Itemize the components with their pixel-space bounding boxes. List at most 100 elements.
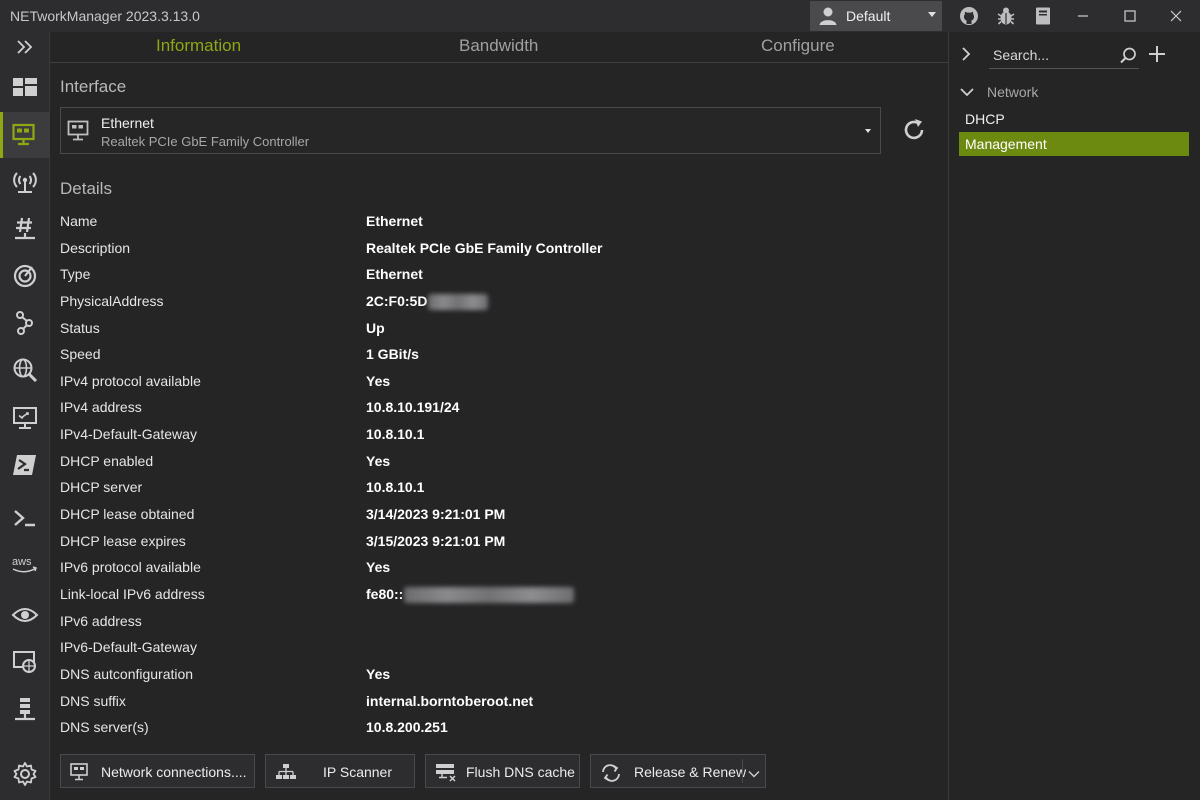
detail-value: 3/14/2023 9:21:01 PM	[366, 506, 506, 523]
detail-value: 3/15/2023 9:21:01 PM	[366, 532, 506, 549]
dashboard-icon[interactable]	[0, 64, 50, 110]
search-icon[interactable]	[1120, 47, 1137, 69]
terminal-icon[interactable]	[0, 495, 50, 541]
detail-value: Ethernet	[366, 266, 423, 283]
refresh-button[interactable]	[900, 116, 928, 144]
detail-row: DNS server(s) 10.8.200.251	[60, 714, 930, 741]
eye-icon[interactable]	[0, 592, 50, 638]
detail-value-cell: internal.borntoberoot.net	[366, 693, 533, 709]
detail-key: Type	[60, 266, 91, 283]
flush-dns-button[interactable]: Flush DNS cache	[425, 754, 580, 788]
detail-key: IPv4-Default-Gateway	[60, 426, 197, 443]
release-renew-label: Release & Renew	[634, 764, 747, 780]
detail-row: DHCP enabled Yes	[60, 448, 930, 475]
interface-name: Ethernet	[101, 115, 154, 131]
remote-desktop-icon[interactable]	[0, 395, 50, 441]
detail-value: Ethernet	[366, 213, 423, 229]
detail-value: 10.8.10.1	[366, 479, 425, 496]
chevron-down-icon[interactable]	[748, 766, 760, 782]
settings-gear-icon[interactable]	[0, 751, 50, 797]
detail-key: Description	[60, 239, 131, 256]
redacted-value	[404, 587, 575, 604]
sync-icon	[600, 763, 622, 786]
interface-description: Realtek PCIe GbE Family Controller	[101, 134, 310, 149]
details-heading: Details	[60, 179, 112, 198]
detail-value-cell: Yes	[366, 453, 390, 469]
chevron-down-icon	[960, 88, 974, 97]
group-network[interactable]: Network	[959, 84, 1038, 100]
plus-icon	[1149, 46, 1165, 62]
svg-text:aws: aws	[12, 556, 32, 568]
detail-value-cell: fe80::	[366, 586, 575, 604]
bug-icon[interactable]	[996, 6, 1016, 26]
ip-scanner-icon[interactable]	[0, 206, 50, 252]
network-connections-button[interactable]: Network connections....	[60, 754, 255, 788]
documentation-icon[interactable]	[1033, 6, 1053, 26]
detail-value-cell: Yes	[366, 373, 390, 389]
interface-dropdown[interactable]: Ethernet Realtek PCIe GbE Family Control…	[60, 107, 881, 154]
detail-value-cell: 3/14/2023 9:21:01 PM	[366, 506, 505, 522]
network-connections-label: Network connections....	[101, 764, 247, 780]
detail-row: Status Up	[60, 315, 930, 342]
detail-value-cell: Ethernet	[366, 266, 423, 282]
detail-value-cell: Realtek PCIe GbE Family Controller	[366, 240, 603, 256]
detail-row: Name Ethernet	[60, 208, 930, 235]
interface-heading: Interface	[60, 77, 127, 96]
detail-value: Yes	[366, 665, 391, 682]
detail-value-cell: 3/15/2023 9:21:01 PM	[366, 533, 505, 549]
tab-configure[interactable]: Configure	[761, 36, 835, 56]
detail-value: 10.8.10.1	[366, 426, 425, 443]
detail-row: DNS autconfiguration Yes	[60, 661, 930, 688]
dns-lookup-icon[interactable]	[0, 347, 50, 393]
profile-item-dhcp[interactable]: DHCP	[959, 107, 1189, 131]
detail-key: Status	[60, 319, 100, 336]
detail-key: DNS server(s)	[60, 719, 149, 736]
refresh-icon	[904, 119, 924, 140]
detail-key: IPv6-Default-Gateway	[60, 639, 197, 656]
wifi-icon[interactable]	[0, 159, 50, 205]
close-button[interactable]	[1166, 6, 1186, 26]
network-interface-icon[interactable]	[0, 112, 50, 158]
tab-bandwidth[interactable]: Bandwidth	[459, 36, 538, 56]
search-input[interactable]	[989, 44, 1117, 66]
profile-dropdown[interactable]: Default	[810, 1, 942, 31]
detail-row: IPv6 protocol available Yes	[60, 554, 930, 581]
chevron-down-icon	[865, 129, 871, 133]
network-adapter-icon	[70, 763, 92, 784]
detail-key: Name	[60, 213, 98, 229]
ip-scanner-button[interactable]: IP Scanner	[265, 754, 415, 788]
web-console-icon[interactable]	[0, 639, 50, 685]
traceroute-icon[interactable]	[0, 300, 50, 346]
profile-item-management[interactable]: Management	[959, 132, 1189, 156]
github-icon[interactable]	[959, 6, 979, 26]
detail-key: DHCP lease expires	[60, 532, 186, 549]
search-box	[989, 42, 1139, 69]
server-icon[interactable]	[0, 687, 50, 733]
detail-value: Realtek PCIe GbE Family Controller	[366, 239, 603, 256]
port-scanner-icon[interactable]	[0, 253, 50, 299]
detail-row: IPv4 address 10.8.10.191/24	[60, 394, 930, 421]
split-separator	[742, 759, 743, 783]
detail-key: IPv4 address	[60, 399, 142, 416]
detail-row: Description Realtek PCIe GbE Family Contr…	[60, 235, 930, 262]
add-profile-button[interactable]	[1147, 44, 1167, 69]
detail-key: IPv4 protocol available	[60, 372, 201, 389]
detail-value-cell: Up	[366, 320, 385, 336]
detail-value-cell: 2C:F0:5D	[366, 293, 489, 311]
title-bar: NETworkManager 2023.3.13.0 Default	[0, 0, 1200, 32]
detail-key: DNS suffix	[60, 692, 126, 709]
detail-value-cell: 1 GBit/s	[366, 346, 419, 362]
minimize-button[interactable]	[1073, 6, 1093, 26]
release-renew-button[interactable]: Release & Renew	[590, 754, 766, 788]
profile-name: Default	[846, 8, 891, 24]
tab-information[interactable]: Information	[156, 36, 241, 56]
network-adapter-icon	[67, 120, 93, 147]
detail-value: internal.borntoberoot.net	[366, 692, 534, 709]
expand-panel-icon[interactable]	[959, 46, 973, 67]
detail-value: Yes	[366, 559, 391, 576]
detail-row: PhysicalAddress 2C:F0:5D	[60, 288, 930, 315]
aws-icon[interactable]: aws	[0, 542, 50, 588]
detail-value-cell: Yes	[366, 559, 390, 575]
maximize-button[interactable]	[1120, 6, 1140, 26]
powershell-icon[interactable]	[0, 442, 50, 488]
